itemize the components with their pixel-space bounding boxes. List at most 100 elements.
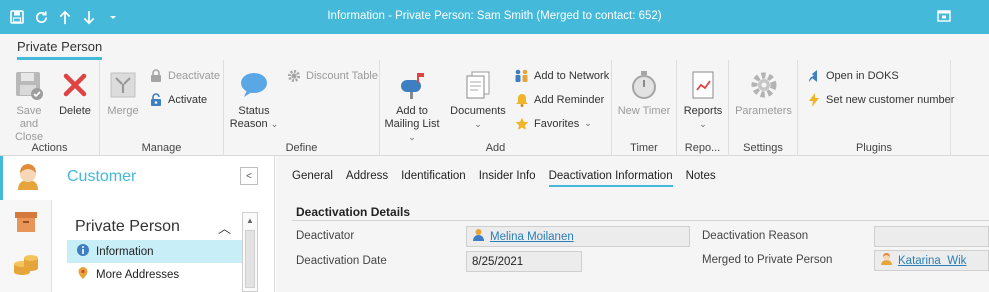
group-label-timer: Timer [630,142,658,154]
activate-button[interactable]: Activate [148,92,207,107]
ribbon: Private Person Save and Close Delete Act… [0,34,989,156]
report-chart-icon [686,68,720,102]
add-to-network-button[interactable]: Add to Network [514,68,609,83]
new-timer-button[interactable]: New Timer [616,68,672,118]
info-icon [76,243,90,260]
stopwatch-icon [627,68,661,102]
group-label-manage: Manage [141,142,182,154]
status-reason-button[interactable]: Status Reason ⌄ [229,68,279,131]
add-reminder-button[interactable]: Add Reminder [514,92,604,107]
deactivation-reason-label: Deactivation Reason [702,230,809,242]
coins-icon [12,250,40,283]
title-bar: Information - Private Person: Sam Smith … [0,0,989,34]
people-icon [514,68,529,83]
deactivator-field[interactable]: Melina Moilanen [466,226,690,247]
navigation-scrollbar[interactable]: ▲ [242,212,258,292]
open-doks-icon [806,68,821,83]
merged-to-field[interactable]: Katarina Wik [874,250,989,271]
discount-table-button[interactable]: Discount Table [286,68,378,83]
save-close-icon [12,68,46,102]
group-label-plugins: Plugins [855,142,893,154]
tab-notes[interactable]: Notes [686,170,716,187]
unlock-icon [148,92,163,107]
open-in-doks-button[interactable]: Open in DOKS [806,68,899,83]
chevron-down-icon: ⌄ [584,118,592,128]
nav-item-information[interactable]: Information [67,240,242,263]
chevron-left-icon: < [246,170,252,182]
user-icon [472,228,485,245]
lock-icon [148,68,163,83]
rail-item-finance[interactable] [0,244,52,288]
navigation-rail [0,156,52,292]
mailbox-icon [395,68,429,102]
delete-icon [58,68,92,102]
merged-to-link[interactable]: Katarina Wik [898,255,966,267]
chevron-down-icon: ⌄ [270,119,279,129]
group-label-settings: Settings [743,142,783,154]
star-icon [514,116,529,131]
tab-identification[interactable]: Identification [401,170,466,187]
collapse-panel-button[interactable]: < [240,167,258,185]
merge-icon [106,68,140,102]
section-divider [292,220,989,221]
ribbon-group-settings: Parameters Settings [729,60,798,156]
deactivate-button[interactable]: Deactivate [148,68,220,83]
group-label-reports: Repo... [684,142,721,154]
ribbon-group-add: Add to Mailing List ⌄ Documents ⌄ Add to… [380,60,612,156]
rail-item-customer[interactable] [0,156,52,200]
deactivation-reason-field[interactable] [874,226,989,247]
tab-address[interactable]: Address [346,170,388,187]
address-icon [76,266,90,283]
save-and-close-button[interactable]: Save and Close [6,68,52,144]
merge-button[interactable]: Merge [104,68,142,118]
deactivator-label: Deactivator [296,230,355,242]
tab-deactivation-information[interactable]: Deactivation Information [548,170,673,187]
delete-button[interactable]: Delete [56,68,94,118]
navigation-section-title[interactable]: Private Person [75,218,180,236]
ribbon-group-plugins: Open in DOKS Set new customer number Plu… [798,60,954,156]
archive-box-icon [12,207,40,238]
navigation-panel: Customer < Private Person ︿ Information … [52,156,275,292]
reports-button[interactable]: Reports ⌄ [681,68,725,131]
documents-icon [461,68,495,102]
tab-insider-info[interactable]: Insider Info [479,170,536,187]
scroll-thumb[interactable] [245,230,255,288]
deactivation-date-field[interactable]: 8/25/2021 [466,251,582,272]
ribbon-group-timer: New Timer Timer [612,60,677,156]
content-tabs: General Address Identification Insider I… [292,170,716,187]
favorites-button[interactable]: Favorites ⌄ [514,116,592,131]
bell-icon [514,92,529,107]
gear-icon [747,68,781,102]
lightning-icon [806,92,821,107]
deactivator-link[interactable]: Melina Moilanen [490,231,574,243]
navigation-title: Customer [67,168,137,185]
ribbon-group-define: Status Reason ⌄ Discount Table Define [224,60,380,156]
parameters-button[interactable]: Parameters [733,68,794,118]
main-content: General Address Identification Insider I… [276,156,989,292]
rail-item-archive[interactable] [0,200,52,244]
deactivation-date-label: Deactivation Date [296,255,387,267]
group-label-actions: Actions [31,142,68,154]
chevron-up-icon[interactable]: ︿ [218,218,231,237]
nav-item-more-addresses[interactable]: More Addresses [67,263,242,286]
gear-icon [286,68,301,83]
group-label-add: Add [485,142,506,154]
section-title: Deactivation Details [296,205,411,219]
chevron-down-icon: ⌄ [408,132,416,142]
ribbon-group-reports: Reports ⌄ Repo... [677,60,729,156]
chevron-down-icon: ⌄ [474,119,482,129]
merged-to-label: Merged to Private Person [702,254,833,266]
ribbon-group-actions: Save and Close Delete Actions [0,60,100,156]
set-new-customer-number-button[interactable]: Set new customer number [806,92,954,107]
window-title: Information - Private Person: Sam Smith … [327,10,662,22]
speech-bubble-icon [237,68,271,102]
chevron-down-icon: ⌄ [699,119,707,129]
restore-window-icon[interactable] [937,9,953,25]
ribbon-group-manage: Merge Deactivate Activate Manage [100,60,224,156]
tab-general[interactable]: General [292,170,333,187]
scroll-up-icon[interactable]: ▲ [243,213,257,227]
add-to-mailing-list-button[interactable]: Add to Mailing List ⌄ [384,68,440,144]
documents-button[interactable]: Documents ⌄ [448,68,508,131]
group-label-define: Define [285,142,318,154]
ribbon-tab-private-person[interactable]: Private Person [17,39,103,60]
